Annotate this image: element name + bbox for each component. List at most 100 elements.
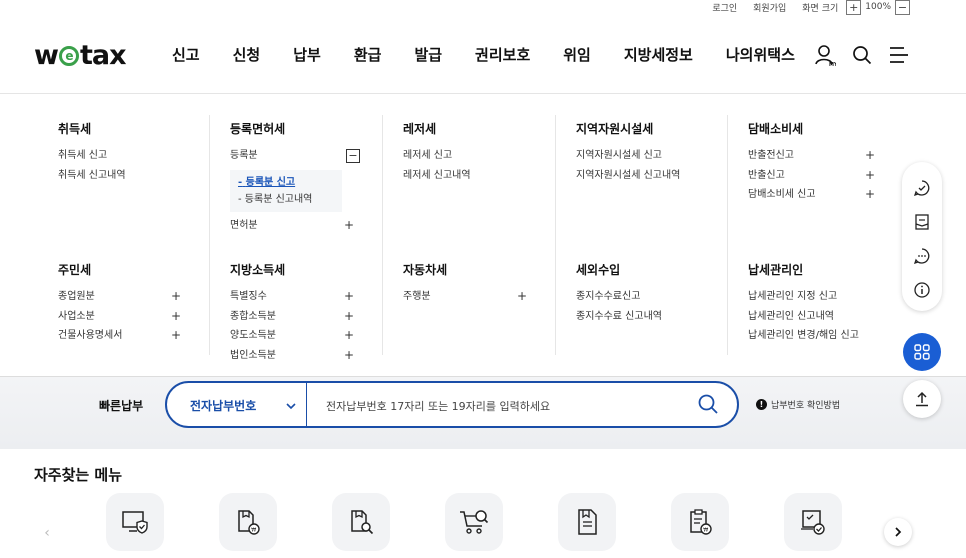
menu-item[interactable]: 납세관리인 변경/해임 신고 [748,326,903,346]
menu-item[interactable]: 법인소득분 + [230,346,382,366]
collapse-minus-icon[interactable]: − [346,149,360,163]
submenu-item-active[interactable]: - 등록분 신고 [238,174,334,191]
expand-plus-icon[interactable]: + [171,287,181,307]
freq-tile-6[interactable]: ₩ [671,493,729,551]
login-link[interactable]: 로그인 [712,1,737,14]
group-title[interactable]: 담배소비세 [748,120,903,137]
svg-text:₩: ₩ [251,527,256,533]
group-title[interactable]: 레저세 [403,120,555,137]
expand-plus-icon[interactable]: + [865,146,875,166]
menu-item[interactable]: 특별징수 + [230,287,382,307]
my-user-icon[interactable]: MY [814,44,836,66]
group-title[interactable]: 자동차세 [403,261,555,278]
menu-item[interactable]: 양도소득분 + [230,326,382,346]
chevron-down-icon[interactable] [285,397,297,416]
carousel-next-button[interactable] [884,518,912,546]
freq-tile-7[interactable] [784,493,842,551]
menu-item[interactable]: 레저세 신고내역 [403,166,555,186]
chat-check-icon[interactable] [913,179,931,197]
group-title[interactable]: 주민세 [58,261,209,278]
nav-apply[interactable]: 신청 [233,44,261,65]
all-menu-grid-button[interactable] [903,333,941,371]
group-resident-tax: 주민세 종업원분 + 사업소분 + 건물사용명세서 + [58,261,209,346]
nav-report[interactable]: 신고 [172,44,200,65]
nav-delegate[interactable]: 위임 [563,44,591,65]
group-title[interactable]: 지역자원시설세 [576,120,727,137]
expand-plus-icon[interactable]: + [344,326,354,346]
group-tax-agent: 납세관리인 납세관리인 지정 신고 납세관리인 신고내역 납세관리인 변경/해임… [748,261,903,346]
menu-item-license[interactable]: 면허분 + [230,216,382,236]
group-title[interactable]: 등록면허세 [230,120,382,137]
group-title[interactable]: 세외수입 [576,261,727,278]
nav-pay[interactable]: 납부 [293,44,321,65]
menu-item[interactable]: 레저세 신고 [403,146,555,166]
carousel-prev-button[interactable]: ‹ [36,522,58,544]
freq-tile-2[interactable]: ₩ [219,493,277,551]
menu-item[interactable]: 납세관리인 지정 신고 [748,287,903,307]
nav-rights[interactable]: 권리보호 [475,44,530,65]
menu-item[interactable]: 종합소득분 + [230,307,382,327]
expand-plus-icon[interactable]: + [171,326,181,346]
menu-item[interactable]: 취득세 신고내역 [58,166,209,186]
menu-item[interactable]: 사업소분 + [58,307,209,327]
nav-refund[interactable]: 환급 [354,44,382,65]
expand-plus-icon[interactable]: + [517,287,527,307]
wetax-logo[interactable]: w e tax [34,40,126,71]
nav-issue[interactable]: 발급 [414,44,442,65]
group-title[interactable]: 취득세 [58,120,209,137]
freq-tile-4[interactable] [445,493,503,551]
menu-item-label: 법인소득분 [230,349,276,361]
group-title[interactable]: 지방소득세 [230,261,382,278]
freq-tile-3[interactable] [332,493,390,551]
expand-plus-icon[interactable]: + [865,185,875,205]
help-label: 납부번호 확인방법 [771,401,841,411]
search-icon[interactable] [697,393,719,419]
menu-item-label: 담배소비세 신고 [748,189,816,200]
menu-item[interactable]: 종업원분 + [58,287,209,307]
shopping-cart-search-icon [460,510,489,534]
menu-item[interactable]: 지역자원시설세 신고내역 [576,166,727,186]
menu-item[interactable]: 종지수수료 신고내역 [576,307,727,327]
nav-local-tax-info[interactable]: 지방세정보 [624,44,693,65]
expand-plus-icon[interactable]: + [344,346,354,366]
menu-item[interactable]: 담배소비세 신고 + [748,185,903,205]
menu-item[interactable]: 취득세 신고 [58,146,209,166]
menu-item[interactable]: 반출신고 + [748,166,903,186]
freq-tile-1[interactable] [106,493,164,551]
scroll-top-button[interactable] [903,380,941,418]
signup-link[interactable]: 회원가입 [753,1,786,14]
payment-number-input[interactable]: 전자납부번호 17자리 또는 19자리를 입력하세요 [326,398,550,414]
menu-col-leisure: 레저세 레저세 신고 레저세 신고내역 자동차세 주행분 + [403,115,556,355]
expand-plus-icon[interactable]: + [171,307,181,327]
menu-item[interactable]: 종지수수료신고 [576,287,727,307]
expand-plus-icon[interactable]: + [344,307,354,327]
chat-bubble-icon[interactable] [913,247,931,265]
document-icon[interactable] [913,213,931,231]
menu-item[interactable]: 지역자원시설세 신고 [576,146,727,166]
nav-my-wetax[interactable]: 나의위택스 [726,44,795,65]
menu-hamburger-icon[interactable] [888,44,910,66]
search-icon[interactable] [851,44,873,66]
quick-pay-label: 빠른납부 [99,399,144,413]
expand-plus-icon[interactable]: + [865,166,875,186]
utility-bar: 로그인 회원가입 화면 크기 + 100% − [696,0,914,15]
menu-item[interactable]: 반출전신고 + [748,146,903,166]
expand-plus-icon[interactable]: + [344,287,354,307]
info-icon[interactable] [913,281,931,299]
menu-item-registration[interactable]: 등록분 − [230,146,382,166]
quick-pay-band: 빠른납부 전자납부번호 전자납부번호 17자리 또는 19자리를 입력하세요 !… [0,377,966,449]
menu-item[interactable]: 주행분 + [403,287,555,307]
freq-tile-5[interactable] [558,493,616,551]
zoom-out-button[interactable]: − [895,0,910,15]
sub-prefix: - [238,176,243,188]
menu-item[interactable]: 건물사용명세서 + [58,326,209,346]
payment-number-help[interactable]: ! 납부번호 확인방법 [756,398,840,411]
submenu-item[interactable]: - 등록분 신고내역 [238,191,334,208]
zoom-in-button[interactable]: + [846,0,862,15]
group-vehicle-tax: 자동차세 주행분 + [403,261,555,307]
menu-item[interactable]: 납세관리인 신고내역 [748,307,903,327]
menu-col-registration: 등록면허세 등록분 − - 등록분 신고 - 등록분 신고내역 면허분 + 지방소득… [230,115,383,362]
payment-type-select[interactable]: 전자납부번호 [190,397,256,414]
group-title[interactable]: 납세관리인 [748,261,903,278]
expand-plus-icon[interactable]: + [344,216,354,236]
